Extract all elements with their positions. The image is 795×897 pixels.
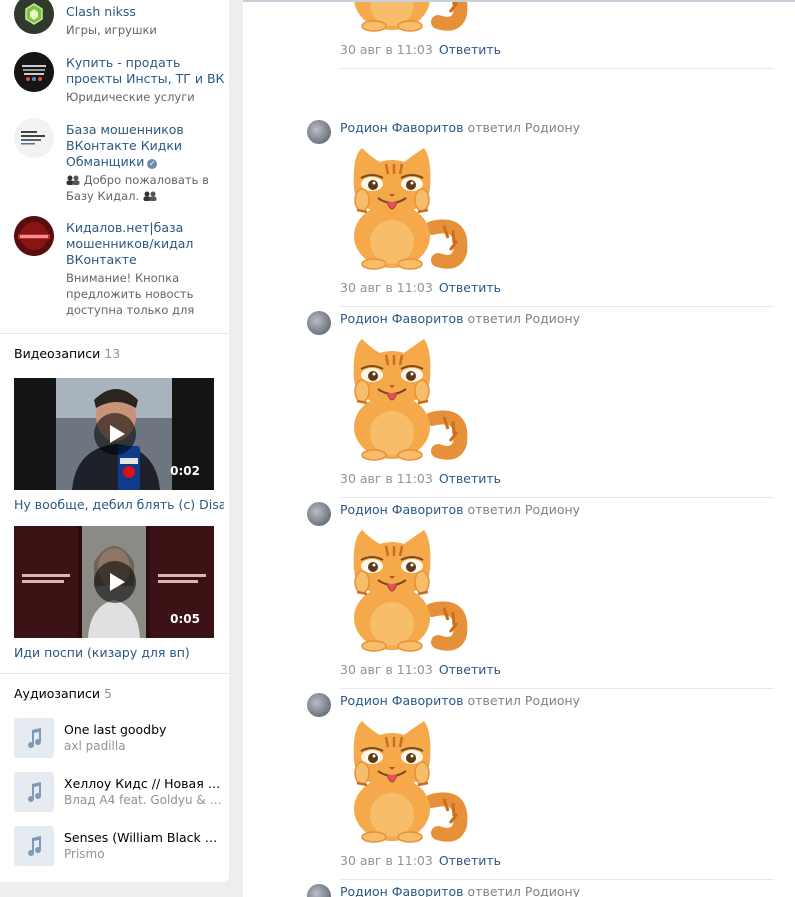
audio-item[interactable]: Хеллоу Кидс // Новая Лат... Влад А4 feat…: [14, 772, 224, 812]
videos-section-title[interactable]: Видеозаписи 13: [14, 346, 120, 361]
reply-to-link[interactable]: Родиону: [525, 311, 580, 326]
music-note-icon: [28, 836, 42, 857]
divider: [340, 68, 774, 69]
group-avatar[interactable]: [14, 216, 54, 256]
audios-count: 5: [103, 686, 112, 701]
cat-sticker[interactable]: [340, 0, 468, 32]
reply-link[interactable]: Ответить: [439, 280, 501, 295]
group-name[interactable]: Купить - продать проекты Инсты, ТГ и ВК: [66, 55, 226, 87]
audio-artist[interactable]: axl padilla: [64, 739, 222, 753]
verified-icon: ✓: [147, 159, 158, 169]
group-name[interactable]: Кидалов.нет|база мошенников/кидал ВКонта…: [66, 220, 226, 268]
audio-artist[interactable]: Влад А4 feat. Goldyu & JS...: [64, 793, 222, 807]
comments-column: 30 авг в 11:03 Ответить Родион Фаворитов …: [243, 0, 795, 897]
author-avatar[interactable]: [307, 693, 331, 717]
audio-item[interactable]: One last goodby axl padilla: [14, 718, 224, 758]
audio-title[interactable]: One last goodby: [64, 722, 222, 737]
music-note-icon: [28, 782, 42, 803]
comment-date: 30 авг в 11:03 Ответить: [340, 471, 502, 486]
video-title[interactable]: Ну вообще, дебил блять (с) Disa: [14, 497, 224, 512]
group-description: Добро пожаловать в Базу Кидал.: [66, 173, 209, 203]
video-thumbnail[interactable]: 0:02: [14, 378, 214, 490]
author-avatar[interactable]: [307, 120, 331, 144]
music-note-icon: [28, 728, 42, 749]
cat-sticker[interactable]: [340, 715, 468, 843]
group-avatar[interactable]: [14, 118, 54, 158]
play-icon[interactable]: [94, 413, 136, 455]
play-icon[interactable]: [94, 561, 136, 603]
author-avatar[interactable]: [307, 502, 331, 526]
divider: [0, 333, 229, 334]
author-name[interactable]: Родион Фаворитов: [340, 884, 464, 897]
reply-to-link[interactable]: Родиону: [525, 120, 580, 135]
video-title[interactable]: Иди поспи (кизару для вп): [14, 645, 224, 660]
author-avatar[interactable]: [307, 884, 331, 897]
group-description: Юридические услуги: [66, 90, 195, 104]
video-duration: 0:05: [170, 612, 200, 626]
videos-count: 13: [104, 346, 121, 361]
group-name[interactable]: Clash nikss: [66, 4, 226, 20]
reply-to-link[interactable]: Родиону: [525, 884, 580, 897]
left-column: Clash nikss Игры, игрушки Купить - прода…: [0, 0, 229, 882]
reply-to-link[interactable]: Родиону: [525, 693, 580, 708]
comment-date: 30 авг в 11:03 Ответить: [340, 853, 502, 868]
reply-link[interactable]: Ответить: [439, 662, 501, 677]
reply-action: ответил: [467, 884, 521, 897]
audio-item[interactable]: Senses (William Black Re... Prismo: [14, 826, 224, 866]
comment-date: 30 авг в 11:03 Ответить: [340, 280, 502, 295]
cat-sticker[interactable]: [340, 142, 468, 270]
divider: [340, 879, 774, 880]
reply-link[interactable]: Ответить: [439, 42, 501, 57]
author-name[interactable]: Родион Фаворитов: [340, 693, 464, 708]
reply-action: ответил: [467, 311, 521, 326]
reply-action: ответил: [467, 120, 521, 135]
author-name[interactable]: Родион Фаворитов: [340, 120, 464, 135]
audio-cover[interactable]: [14, 772, 54, 812]
audio-artist[interactable]: Prismo: [64, 847, 222, 861]
audio-cover[interactable]: [14, 718, 54, 758]
group-name[interactable]: База мошенников ВКонтакте Кидки Обманщик…: [66, 122, 226, 170]
author-avatar[interactable]: [307, 311, 331, 335]
people-emoji-icon: [143, 191, 157, 201]
video-thumbnail[interactable]: 0:05: [14, 526, 214, 638]
group-description: Игры, игрушки: [66, 23, 157, 37]
reply-action: ответил: [467, 693, 521, 708]
audio-title[interactable]: Senses (William Black Re...: [64, 830, 222, 845]
audio-title[interactable]: Хеллоу Кидс // Новая Лат...: [64, 776, 222, 791]
author-name[interactable]: Родион Фаворитов: [340, 502, 464, 517]
audios-section-title[interactable]: Аудиозаписи 5: [14, 686, 112, 701]
reply-link[interactable]: Ответить: [439, 853, 501, 868]
divider: [340, 306, 774, 307]
divider: [340, 688, 774, 689]
audio-cover[interactable]: [14, 826, 54, 866]
reply-link[interactable]: Ответить: [439, 471, 501, 486]
author-name[interactable]: Родион Фаворитов: [340, 311, 464, 326]
group-avatar[interactable]: [14, 52, 54, 92]
comment-date: 30 авг в 11:03 Ответить: [340, 662, 502, 677]
cat-sticker[interactable]: [340, 333, 468, 461]
group-avatar[interactable]: [14, 0, 54, 34]
comment-date: 30 авг в 11:03 Ответить: [340, 42, 502, 57]
video-duration: 0:02: [170, 464, 200, 478]
reply-to-link[interactable]: Родиону: [525, 502, 580, 517]
divider: [340, 497, 774, 498]
reply-action: ответил: [467, 502, 521, 517]
group-description: Внимание! Кнопка предложить новость дост…: [66, 271, 195, 317]
cat-sticker[interactable]: [340, 524, 468, 652]
people-emoji-icon: [66, 175, 80, 185]
divider: [0, 673, 229, 674]
